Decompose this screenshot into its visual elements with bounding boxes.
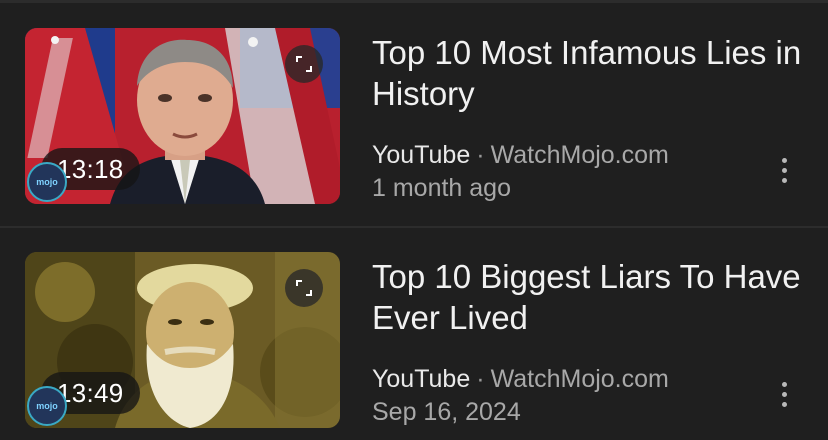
video-title[interactable]: Top 10 Most Infamous Lies in History xyxy=(372,32,812,114)
expand-icon xyxy=(296,280,312,296)
video-title[interactable]: Top 10 Biggest Liars To Have Ever Lived xyxy=(372,256,812,338)
channel-logo: mojo xyxy=(27,162,67,202)
separator: · xyxy=(476,365,485,393)
publish-date: 1 month ago xyxy=(372,174,511,202)
expand-button[interactable] xyxy=(285,45,323,83)
source-label: YouTube xyxy=(372,141,471,169)
more-vert-icon xyxy=(781,157,787,163)
channel-logo: mojo xyxy=(27,386,67,426)
video-result-card[interactable]: 13:49 mojo Top 10 Biggest Liars To Have … xyxy=(0,240,828,440)
channel-name: WatchMojo.com xyxy=(490,141,669,169)
video-result-card[interactable]: 13:18 mojo Top 10 Most Infamous Lies in … xyxy=(0,16,828,216)
separator: · xyxy=(476,141,485,169)
more-vert-icon xyxy=(781,401,787,407)
expand-button[interactable] xyxy=(285,269,323,307)
video-thumbnail[interactable]: 13:18 mojo xyxy=(25,28,340,204)
more-vert-icon xyxy=(781,167,787,173)
more-vert-icon xyxy=(781,381,787,387)
more-vert-icon xyxy=(781,391,787,397)
publish-date: Sep 16, 2024 xyxy=(372,398,521,426)
more-options-button[interactable] xyxy=(768,374,800,414)
video-thumbnail[interactable]: 13:49 mojo xyxy=(25,252,340,428)
more-vert-icon xyxy=(781,177,787,183)
more-options-button[interactable] xyxy=(768,150,800,190)
row-divider xyxy=(0,226,828,228)
channel-name: WatchMojo.com xyxy=(490,365,669,393)
expand-icon xyxy=(296,56,312,72)
source-line: YouTube · WatchMojo.com xyxy=(372,140,669,170)
top-divider xyxy=(0,0,828,3)
source-line: YouTube · WatchMojo.com xyxy=(372,364,669,394)
source-label: YouTube xyxy=(372,365,471,393)
